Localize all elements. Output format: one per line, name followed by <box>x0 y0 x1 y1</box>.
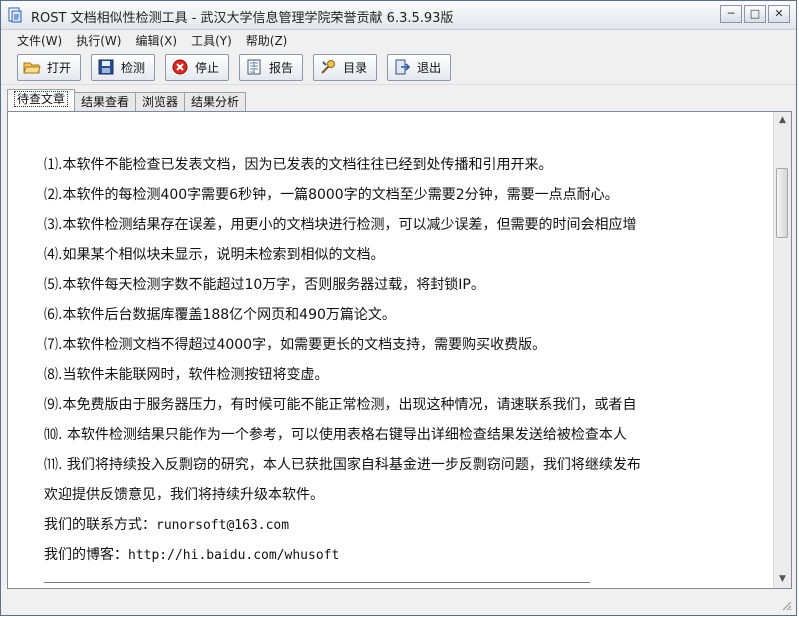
blog-label: 我们的博客： <box>44 547 128 563</box>
toc-button[interactable]: 目录 <box>313 53 378 81</box>
exit-label: 退出 <box>417 60 442 75</box>
toolbar: 打开 检测 停止 报告 目录 退出 <box>1 50 796 85</box>
menu-edit[interactable]: 编辑(X) <box>135 32 177 49</box>
stop-button[interactable]: 停止 <box>165 53 230 81</box>
tab-result-view[interactable]: 结果查看 <box>74 92 137 111</box>
tab-strip: 待查文章 结果查看 浏览器 结果分析 <box>7 89 247 111</box>
open-button[interactable]: 打开 <box>17 53 82 81</box>
title-bar[interactable]: ROST 文档相似性检测工具 - 武汉大学信息管理学院荣誉贡献 6.3.5.93… <box>1 1 796 30</box>
notice-line-9: ⑼.本免费版由于服务器压力，有时候可能不能正常检测，出现这种情况，请速联系我们，… <box>44 397 637 413</box>
minimize-button[interactable]: ─ <box>720 5 742 23</box>
folder-icon <box>23 62 41 74</box>
detect-label: 检测 <box>121 60 146 75</box>
blog-line: 我们的博客：http://hi.baidu.com/whusoft <box>44 540 724 570</box>
blog-url: http://hi.baidu.com/whusoft <box>128 548 340 563</box>
save-disk-icon <box>98 59 114 75</box>
window-controls: ─ □ ✕ <box>720 5 790 23</box>
resize-grip-icon[interactable] <box>780 599 792 611</box>
notice-line-5: ⑸.本软件每天检测字数不能超过10万字，否则服务器过载，将封锁IP。 <box>44 277 485 293</box>
app-icon <box>8 7 22 23</box>
exit-door-icon <box>395 59 411 75</box>
maximize-button[interactable]: □ <box>744 5 766 23</box>
detect-button[interactable]: 检测 <box>91 53 156 81</box>
tab-browser[interactable]: 浏览器 <box>135 92 186 111</box>
scroll-up-icon[interactable]: ▲ <box>774 112 791 129</box>
tab-result-analysis[interactable]: 结果分析 <box>184 92 247 111</box>
contact-email: runorsoft@163.com <box>156 518 290 533</box>
exit-button[interactable]: 退出 <box>387 53 452 81</box>
toc-label: 目录 <box>343 60 368 75</box>
notice-line-7: ⑺.本软件检测文档不得超过4000字，如需要更长的文档支持，需要购买收费版。 <box>44 337 547 353</box>
notice-line-2: ⑵.本软件的每检测400字需要6秒钟，一篇8000字的文档至少需要2分钟，需要一… <box>44 187 619 203</box>
menu-execute[interactable]: 执行(W) <box>76 32 121 49</box>
menu-bar: 文件(W) 执行(W) 编辑(X) 工具(Y) 帮助(Z) <box>1 30 796 50</box>
report-icon <box>247 59 261 75</box>
tools-icon <box>321 60 336 74</box>
scroll-thumb[interactable] <box>776 168 788 238</box>
notice-line-8: ⑻.当软件未能联网时，软件检测按钮将变虚。 <box>44 367 329 383</box>
notice-line-11: ⑾. 我们将持续投入反剽窃的研究，本人已获批国家自科基金进一步反剽窃问题，我们将… <box>44 457 641 473</box>
window-title: ROST 文档相似性检测工具 - 武汉大学信息管理学院荣誉贡献 6.3.5.93… <box>31 11 454 26</box>
report-label: 报告 <box>269 60 294 75</box>
notice-line-1: ⑴.本软件不能检查已发表文档，因为已发表的文档往往已经到处传播和引用开来。 <box>44 157 553 173</box>
article-text-area[interactable]: ⑴.本软件不能检查已发表文档，因为已发表的文档往往已经到处传播和引用开来。 ⑵.… <box>7 111 792 589</box>
menu-tools[interactable]: 工具(Y) <box>191 32 232 49</box>
notice-line-4: ⑷.如果某个相似块未显示，说明未检索到相似的文档。 <box>44 247 385 263</box>
status-bar <box>1 591 796 615</box>
menu-help[interactable]: 帮助(Z) <box>246 32 288 49</box>
notice-line-3: ⑶.本软件检测结果存在误差，用更小的文档块进行检测，可以减少误差，但需要的时间会… <box>44 217 637 233</box>
open-label: 打开 <box>47 60 72 75</box>
article-content: ⑴.本软件不能检查已发表文档，因为已发表的文档往往已经到处传播和引用开来。 ⑵.… <box>44 150 724 570</box>
feedback-line: 欢迎提供反馈意见，我们将持续升级本软件。 <box>44 487 324 503</box>
contact-label: 我们的联系方式： <box>44 517 156 533</box>
report-button[interactable]: 报告 <box>239 53 304 81</box>
scroll-down-icon[interactable]: ▼ <box>774 571 791 588</box>
stop-label: 停止 <box>195 60 220 75</box>
vertical-scrollbar[interactable]: ▲ ▼ <box>773 112 791 588</box>
tab-pending-article[interactable]: 待查文章 <box>7 89 76 111</box>
main-window: ROST 文档相似性检测工具 - 武汉大学信息管理学院荣誉贡献 6.3.5.93… <box>0 0 797 616</box>
close-button[interactable]: ✕ <box>768 5 790 23</box>
notice-line-10: ⑽. 本软件检测结果只能作为一个参考，可以使用表格右键导出详细检查结果发送给被检… <box>44 427 627 443</box>
menu-file[interactable]: 文件(W) <box>17 32 62 49</box>
notice-line-6: ⑹.本软件后台数据库覆盖188亿个网页和490万篇论文。 <box>44 307 396 323</box>
contact-line: 我们的联系方式：runorsoft@163.com <box>44 510 724 540</box>
tab-pending-article-label: 待查文章 <box>14 91 69 107</box>
stop-icon <box>172 59 188 75</box>
divider-line <box>44 582 590 583</box>
